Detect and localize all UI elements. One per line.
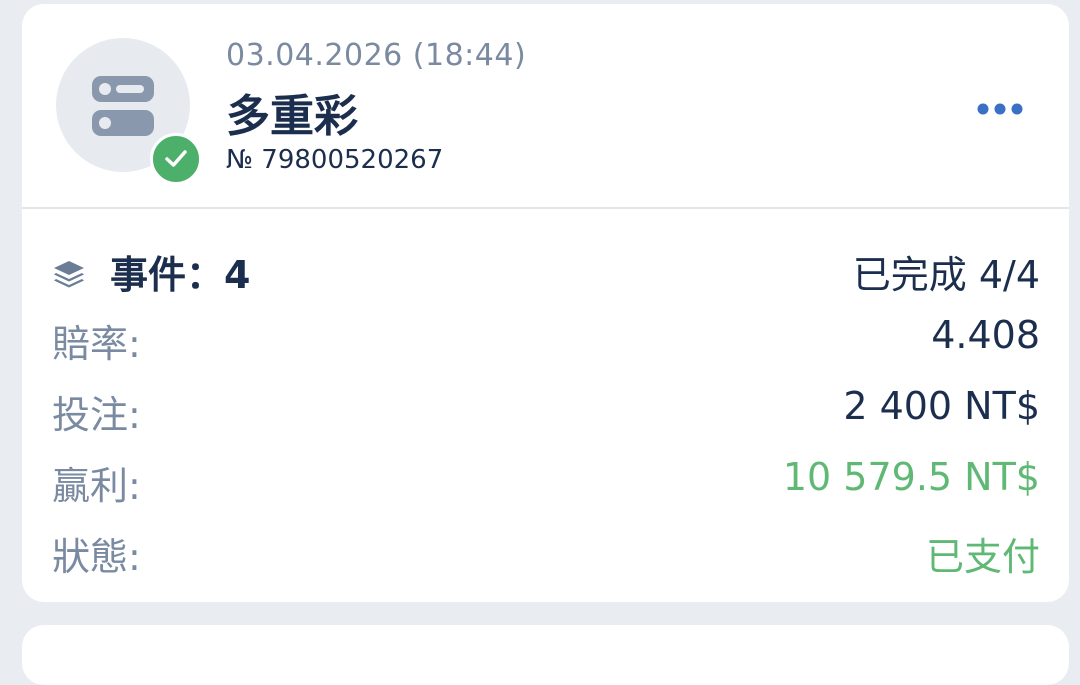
events-completed-label: 已完成 (852, 253, 967, 297)
status-label: 狀態: (52, 535, 141, 579)
more-horizontal-icon[interactable] (976, 99, 1024, 119)
bet-card-header: 03.04.2026 (18:44) 多重彩 № 79800520267 (22, 4, 1069, 207)
win-value: 10 579.5 NT$ (782, 455, 1040, 499)
bet-title: 多重彩 (226, 91, 358, 142)
bet-number: № 79800520267 (226, 145, 444, 175)
events-count: 4 (224, 253, 251, 297)
odds-label: 賠率: (52, 322, 141, 366)
check-icon (165, 150, 187, 167)
stake-value: 2 400 NT$ (843, 384, 1040, 428)
events-label: 事件： (110, 253, 225, 297)
status-value: 已支付 (925, 535, 1040, 579)
events-completed-value: 4/4 (978, 253, 1040, 297)
events-row: 事件：4 已完成 4/4 (52, 244, 1040, 300)
odds-row: 賠率: 4.408 (52, 313, 1040, 369)
layers-icon (54, 260, 84, 287)
stake-label: 投注: (52, 393, 141, 437)
next-bet-card[interactable] (22, 625, 1069, 685)
header-divider (22, 207, 1069, 209)
odds-value: 4.408 (931, 313, 1040, 357)
bet-date: 03.04.2026 (18:44) (226, 38, 527, 73)
stake-row: 投注: 2 400 NT$ (52, 384, 1040, 440)
list-toggle-icon (92, 76, 154, 136)
win-row: 贏利: 10 579.5 NT$ (52, 455, 1040, 511)
settled-check-badge (150, 133, 202, 185)
status-row: 狀態: 已支付 (52, 526, 1040, 582)
win-label: 贏利: (52, 464, 141, 508)
bet-card[interactable]: 03.04.2026 (18:44) 多重彩 № 79800520267 事件：… (22, 4, 1069, 602)
